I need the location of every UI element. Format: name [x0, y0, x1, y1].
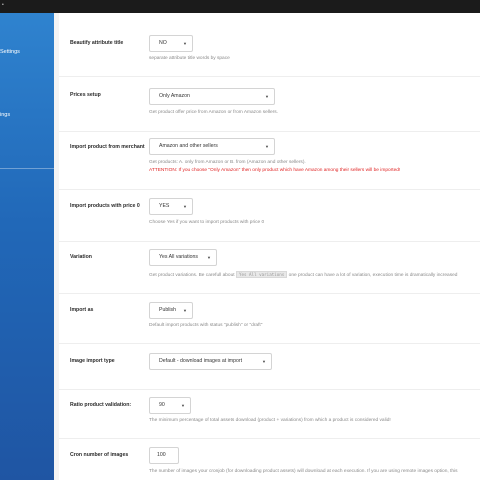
field-label: Import as: [70, 307, 94, 313]
help-code: Yes All variations: [235, 271, 288, 278]
chevron-down-icon: ▼: [183, 308, 187, 313]
chevron-down-icon: ▼: [265, 144, 269, 149]
beautify-title-select[interactable]: NO ▼: [149, 35, 193, 52]
chevron-down-icon: ▼: [183, 41, 187, 46]
select-value: 90: [159, 402, 165, 408]
variation-select[interactable]: Yes All variations ▼: [149, 249, 217, 266]
divider: [59, 438, 480, 439]
import-as-select[interactable]: Publish ▼: [149, 302, 193, 319]
chevron-down-icon: ▼: [265, 94, 269, 99]
sidebar: Settings ings: [0, 13, 54, 480]
field-label: Ratio product validation:: [70, 402, 132, 408]
divider: [59, 293, 480, 294]
field-label: Variation: [70, 254, 92, 260]
ratio-validation-select[interactable]: 90 ▼: [149, 397, 191, 414]
field-label: Image import type: [70, 358, 115, 364]
help-text: separate attribute title words by space: [149, 56, 230, 61]
help-text: Get product offer price from Amazon or f…: [149, 110, 278, 115]
divider: [59, 131, 480, 132]
help-text: Get product variations. Be carefull abou…: [149, 271, 457, 278]
help-text: The minimum percentage of total assets d…: [149, 418, 391, 423]
help-text: The number of images your cronjob (for d…: [149, 469, 458, 474]
field-label: Cron number of images: [70, 452, 129, 458]
help-text-end: one product can have a lot of variation,…: [288, 273, 458, 278]
help-text: Get products: A. only from Amazon or B. …: [149, 160, 306, 165]
divider: [59, 241, 480, 242]
select-value: Publish: [159, 307, 177, 313]
image-import-type-select[interactable]: Default - download images at import ▼: [149, 353, 272, 370]
select-value: NO: [159, 40, 167, 46]
divider: [59, 343, 480, 344]
select-value: Default - download images at import: [159, 358, 243, 364]
divider: [59, 76, 480, 77]
help-text-start: Get product variations. Be carefull abou…: [149, 273, 235, 278]
select-value: YES: [159, 203, 170, 209]
settings-card: Beautify attribute title NO ▼ separate a…: [59, 13, 480, 480]
prices-setup-select[interactable]: Only Amazon ▼: [149, 88, 275, 105]
sidebar-item-settings-2[interactable]: ings: [0, 112, 54, 118]
select-value: Amazon and other sellers: [159, 143, 218, 149]
top-bar-text: •: [2, 2, 4, 8]
merchant-select[interactable]: Amazon and other sellers ▼: [149, 138, 275, 155]
field-label: Prices setup: [70, 92, 101, 98]
chevron-down-icon: ▼: [262, 359, 266, 364]
top-bar: •: [0, 0, 480, 13]
chevron-down-icon: ▼: [183, 204, 187, 209]
help-text: Choose Yes if you want to import product…: [149, 220, 265, 225]
sidebar-item-settings[interactable]: Settings: [0, 49, 54, 55]
help-text: Default import products with status "pub…: [149, 323, 263, 328]
divider: [59, 189, 480, 190]
cron-images-input[interactable]: 100: [149, 447, 179, 464]
select-value: Only Amazon: [159, 93, 190, 99]
field-label: Import products with price 0: [70, 203, 140, 209]
field-label: Import product from merchant: [70, 144, 145, 150]
chevron-down-icon: ▼: [207, 255, 211, 260]
warning-text: ATTENTION: If you choose "Only Amazon" t…: [149, 168, 401, 173]
settings-panel: Beautify attribute title NO ▼ separate a…: [54, 13, 480, 480]
chevron-down-icon: ▼: [181, 403, 185, 408]
sidebar-divider: [0, 168, 54, 169]
input-value: 100: [157, 452, 166, 458]
select-value: Yes All variations: [159, 254, 199, 260]
divider: [59, 389, 480, 390]
field-label: Beautify attribute title: [70, 40, 124, 46]
price-zero-select[interactable]: YES ▼: [149, 198, 193, 215]
